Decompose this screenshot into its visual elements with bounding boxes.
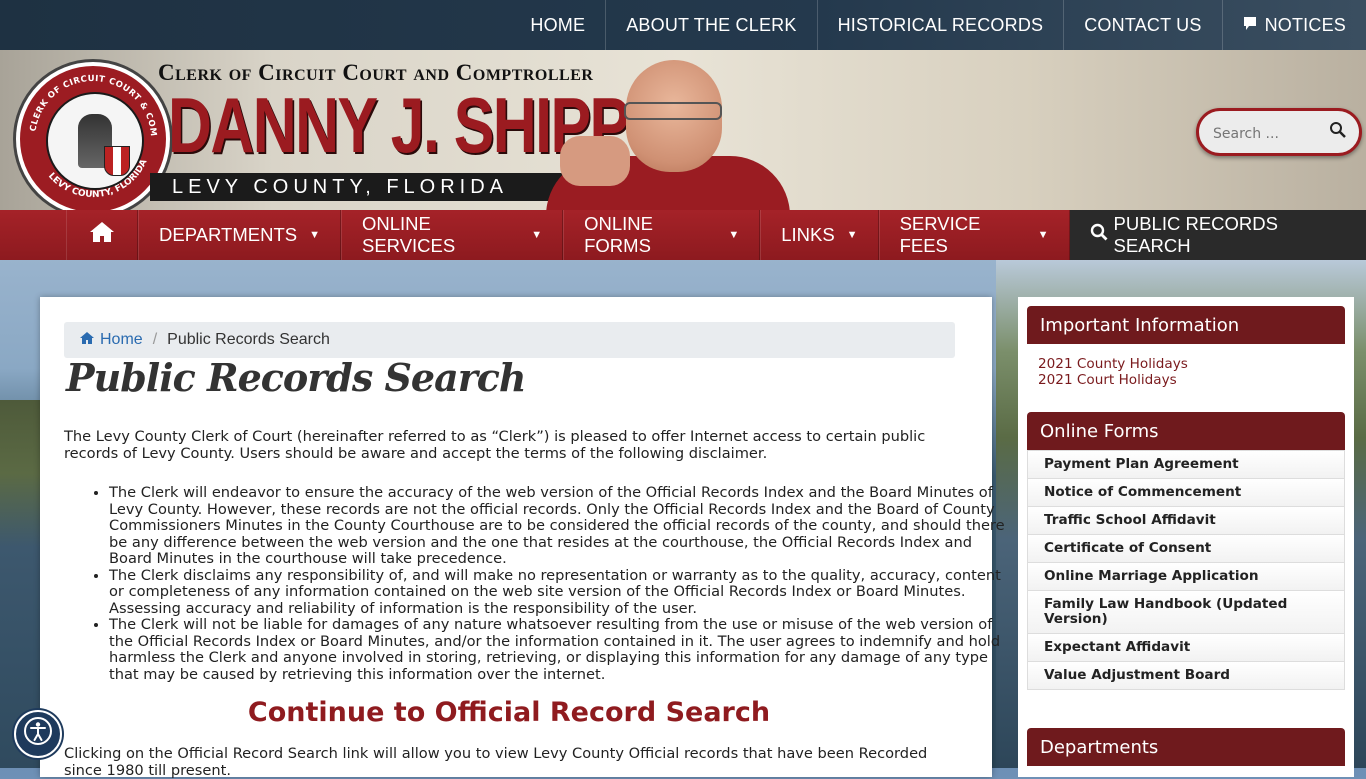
topnav-about[interactable]: ABOUT THE CLERK	[605, 0, 816, 50]
list-item: The Clerk disclaims any responsibility o…	[109, 567, 1009, 618]
home-icon	[89, 221, 115, 250]
intro-paragraph: The Levy County Clerk of Court (hereinaf…	[64, 428, 926, 462]
disclaimer-list: The Clerk will endeavor to ensure the ac…	[64, 484, 1009, 683]
nav-service-fees[interactable]: SERVICE FEES ▼	[878, 210, 1070, 260]
header-banner: CLERK OF CIRCUIT COURT & COMPTROLLER LEV…	[0, 50, 1366, 210]
search-icon	[1090, 223, 1108, 247]
online-forms-list: Payment Plan Agreement Notice of Commenc…	[1027, 450, 1345, 690]
caret-down-icon: ▼	[531, 229, 543, 241]
accessibility-button[interactable]	[14, 710, 62, 758]
breadcrumb-current: Public Records Search	[167, 331, 330, 348]
topnav-contact-label: CONTACT US	[1084, 14, 1202, 35]
topnav-home[interactable]: HOME	[510, 0, 605, 50]
topnav-contact[interactable]: CONTACT US	[1063, 0, 1221, 50]
nav-departments-label: DEPARTMENTS	[159, 224, 298, 245]
form-link-payment-plan[interactable]: Payment Plan Agreement	[1027, 450, 1345, 479]
important-info-heading: Important Information	[1027, 306, 1345, 344]
main-content: Home / Public Records Search Public Reco…	[40, 297, 1005, 779]
caret-down-icon: ▼	[309, 229, 320, 241]
nav-departments[interactable]: DEPARTMENTS ▼	[138, 210, 341, 260]
topnav-notices-label: NOTICES	[1264, 14, 1346, 35]
sidebar: Important Information 2021 County Holida…	[1018, 297, 1354, 777]
continue-to-record-search-link[interactable]: Continue to Official Record Search	[40, 697, 978, 728]
form-link-family-law-handbook[interactable]: Family Law Handbook (Updated Version)	[1027, 591, 1345, 634]
accessibility-icon	[23, 716, 53, 753]
site-search	[1196, 108, 1362, 156]
breadcrumb-separator: /	[152, 331, 158, 348]
topnav-home-label: HOME	[530, 14, 586, 35]
form-link-certificate-of-consent[interactable]: Certificate of Consent	[1027, 535, 1345, 563]
tail-paragraph: Clicking on the Official Record Search l…	[64, 745, 928, 779]
breadcrumb: Home / Public Records Search	[64, 322, 955, 358]
court-holidays-link[interactable]: 2021 Court Holidays	[1038, 372, 1177, 388]
topnav-historical[interactable]: HISTORICAL RECORDS	[816, 0, 1064, 50]
topnav-notices[interactable]: NOTICES	[1221, 0, 1366, 50]
nav-home-button[interactable]	[66, 210, 138, 260]
search-icon[interactable]	[1329, 121, 1347, 144]
form-link-notice-of-commencement[interactable]: Notice of Commencement	[1027, 479, 1345, 507]
nav-links[interactable]: LINKS ▼	[760, 210, 879, 260]
list-item: The Clerk will endeavor to ensure the ac…	[109, 484, 1009, 568]
search-input[interactable]	[1211, 121, 1327, 147]
nav-public-records-search[interactable]: PUBLIC RECORDS SEARCH	[1069, 210, 1366, 260]
caret-down-icon: ▼	[846, 229, 858, 241]
county-holidays-link[interactable]: 2021 County Holidays	[1038, 356, 1188, 372]
caret-down-icon: ▼	[728, 229, 740, 241]
form-link-value-adjustment-board[interactable]: Value Adjustment Board	[1027, 662, 1345, 690]
nav-public-records-search-label: PUBLIC RECORDS SEARCH	[1113, 213, 1278, 256]
clerk-portrait	[540, 56, 790, 210]
nav-online-forms[interactable]: ONLINE FORMS ▼	[563, 210, 761, 260]
top-nav: HOME ABOUT THE CLERK HISTORICAL RECORDS …	[510, 0, 1366, 50]
list-item: The Clerk will not be liable for damages…	[109, 616, 1009, 683]
page-title: Public Records Search	[66, 355, 526, 400]
online-forms-heading: Online Forms	[1027, 412, 1345, 450]
main-nav: DEPARTMENTS ▼ ONLINE SERVICES ▼ ONLINE FOR…	[0, 210, 1366, 260]
home-icon	[80, 331, 94, 349]
comment-icon	[1243, 16, 1257, 35]
seal-center	[46, 92, 144, 190]
form-link-marriage-application[interactable]: Online Marriage Application	[1027, 563, 1345, 591]
topnav-historical-label: HISTORICAL RECORDS	[837, 14, 1044, 35]
nav-online-services[interactable]: ONLINE SERVICES ▼	[340, 210, 564, 260]
breadcrumb-home-link[interactable]: Home	[100, 331, 143, 349]
topnav-about-label: ABOUT THE CLERK	[626, 14, 797, 35]
clerk-seal-logo[interactable]: CLERK OF CIRCUIT COURT & COMPTROLLER LEV…	[16, 62, 170, 210]
nav-service-fees-label: SERVICE FEES	[899, 213, 981, 256]
nav-online-services-label: ONLINE SERVICES	[361, 213, 456, 256]
top-bar: HOME ABOUT THE CLERK HISTORICAL RECORDS …	[0, 0, 1366, 50]
nav-online-forms-label: ONLINE FORMS	[584, 213, 653, 256]
nav-links-label: LINKS	[781, 224, 835, 245]
caret-down-icon: ▼	[1037, 229, 1049, 241]
departments-heading: Departments	[1027, 728, 1345, 766]
shield-icon	[104, 146, 130, 176]
form-link-expectant-affidavit[interactable]: Expectant Affidavit	[1027, 634, 1345, 662]
form-link-traffic-school[interactable]: Traffic School Affidavit	[1027, 507, 1345, 535]
